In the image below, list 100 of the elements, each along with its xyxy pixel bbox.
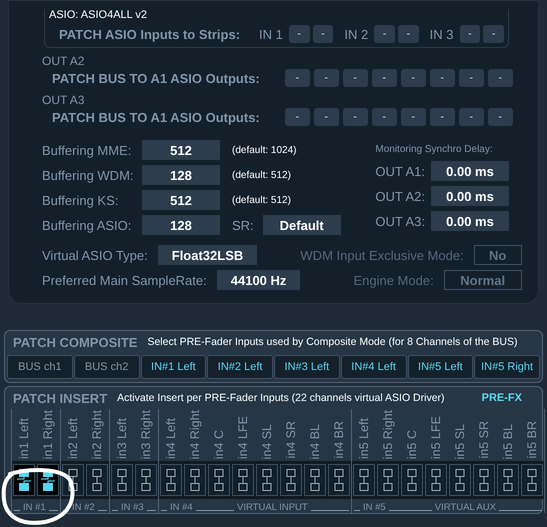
sr-value-field[interactable]: Default [262,215,341,235]
patch-slot-button[interactable]: - [488,69,513,87]
insert-switch[interactable] [425,464,447,496]
insert-switch[interactable] [135,464,157,496]
insert-switch[interactable] [449,464,471,496]
composite-input-button[interactable]: BUS ch1 [7,355,73,379]
buffer-value-field[interactable]: 128 [142,165,220,185]
option-value-field[interactable]: 44100 Hz [216,270,300,290]
patch-slot-button[interactable]: - [430,69,455,87]
asio-device-label: ASIO: ASIO4ALL v2 [49,9,148,21]
channel-label: in5 Left [357,418,371,459]
composite-input-button[interactable]: IN#5 Left [408,355,474,379]
patch-slot-button[interactable]: - [400,69,426,87]
patch-slot-button[interactable]: - [342,69,368,87]
insert-switch[interactable] [521,464,543,496]
patch-slot-button[interactable]: - [458,108,484,126]
buffer-value-field[interactable]: 512 [142,140,220,160]
patch-label: PATCH BUS TO A1 ASIO Outputs: [52,70,260,86]
insert-switch[interactable] [208,464,230,496]
delay-label: OUT A2: [375,188,425,204]
section-title: PATCH COMPOSITE [13,334,138,350]
default-note: (default: 1024) [232,144,296,156]
patch-slot-button[interactable]: - [284,69,310,87]
buffering-label: Buffering MME: [42,142,132,158]
channel-label: in4 SL [260,424,274,459]
patch-slot-button[interactable]: - [372,108,397,126]
input-label: IN 1 [259,26,283,42]
insert-switch[interactable] [160,464,182,496]
delay-value-field[interactable]: 0.00 ms [431,186,509,206]
channel-label: in4 BL [308,424,322,459]
channel-label: in2 Right [90,410,104,459]
patch-slot-button[interactable]: - [458,69,484,87]
insert-switch[interactable] [232,464,254,496]
channel-label: in1 Right [41,410,55,459]
patch-slot-button[interactable]: - [374,25,395,43]
buffering-label: Buffering KS: [42,192,120,208]
channel-label: in5 SR [477,421,491,459]
insert-switch[interactable] [353,464,375,496]
insert-switch[interactable] [401,464,423,496]
insert-switch[interactable] [184,464,206,496]
section-description: Activate Insert per PRE-Fader Inputs (22 channels virtual ASIO Driver) [117,392,445,404]
patch-slot-button[interactable]: - [488,108,513,126]
group-label: IN #3 [121,502,144,513]
insert-switch[interactable] [473,464,495,496]
patch-label: PATCH ASIO Inputs to Strips: [59,26,240,42]
default-note: (default: 512) [232,170,291,180]
patch-slot-button[interactable]: - [430,108,455,126]
composite-input-button[interactable]: IN#5 Right [474,355,540,379]
insert-switch[interactable] [111,464,133,496]
composite-input-button[interactable]: IN#2 Left [207,355,273,379]
patch-slot-button[interactable]: - [372,69,397,87]
option-label: Engine Mode: [353,272,434,288]
option-label: WDM Input Exclusive Mode: [300,248,464,262]
channel-label: in1 Left [17,418,31,459]
insert-switch[interactable] [304,464,326,496]
patch-slot-button[interactable]: - [400,108,426,126]
input-label: IN 2 [344,26,368,42]
delay-label: OUT A3: [375,214,425,228]
buffering-label: Buffering ASIO: [42,218,132,232]
channel-label: in4 SR [284,421,298,459]
delay-value-field[interactable]: 0.00 ms [431,211,509,231]
input-label: IN 3 [430,26,454,42]
buffer-value-field[interactable]: 128 [142,215,220,235]
delay-value-field[interactable]: 0.00 ms [431,161,509,181]
default-note: (default: 512) [232,194,291,206]
insert-switch[interactable] [280,464,302,496]
output-title: OUT A2 [42,54,86,68]
patch-slot-button[interactable]: - [288,25,310,43]
patch-slot-button[interactable]: - [314,108,339,126]
composite-input-button[interactable]: IN#3 Left [274,355,340,379]
composite-input-button[interactable]: IN#1 Left [140,355,206,379]
patch-slot-button[interactable]: - [284,108,310,126]
patch-slot-button[interactable]: - [460,25,480,43]
insert-switch[interactable] [86,464,108,496]
insert-switch[interactable] [328,464,350,496]
patch-slot-button[interactable]: - [398,25,419,43]
group-label: IN #5 [363,502,386,513]
patch-slot-button[interactable]: - [312,25,334,43]
channel-label: in3 Right [139,410,153,459]
patch-slot-button[interactable]: - [483,25,504,43]
group-label: VIRTUAL INPUT [236,502,308,513]
patch-slot-button[interactable]: - [314,69,339,87]
section-description: Select PRE-Fader Inputs used by Composite Mode (for 8 Channels of the BUS) [147,336,518,348]
insert-switch[interactable] [256,464,278,496]
channel-label: in5 LFE [429,416,443,459]
channel-label: in4 Left [164,418,178,459]
composite-input-button[interactable]: IN#4 Left [340,355,406,379]
channel-label: in5 C [405,430,419,459]
section-title: PATCH INSERT [13,390,108,406]
insert-switch[interactable] [497,464,519,496]
insert-switch[interactable] [377,464,399,496]
channel-label: in5 BR [525,421,539,459]
composite-input-button[interactable]: BUS ch2 [74,355,140,379]
channel-label: in5 SL [453,424,467,459]
patch-slot-button[interactable]: - [342,108,368,126]
group-label: IN #1 [23,502,46,513]
buffer-value-field[interactable]: 512 [142,190,220,210]
group-label: IN #4 [170,502,193,513]
option-value-field[interactable]: Float32LSB [158,245,258,265]
group-label: IN #2 [72,502,95,513]
